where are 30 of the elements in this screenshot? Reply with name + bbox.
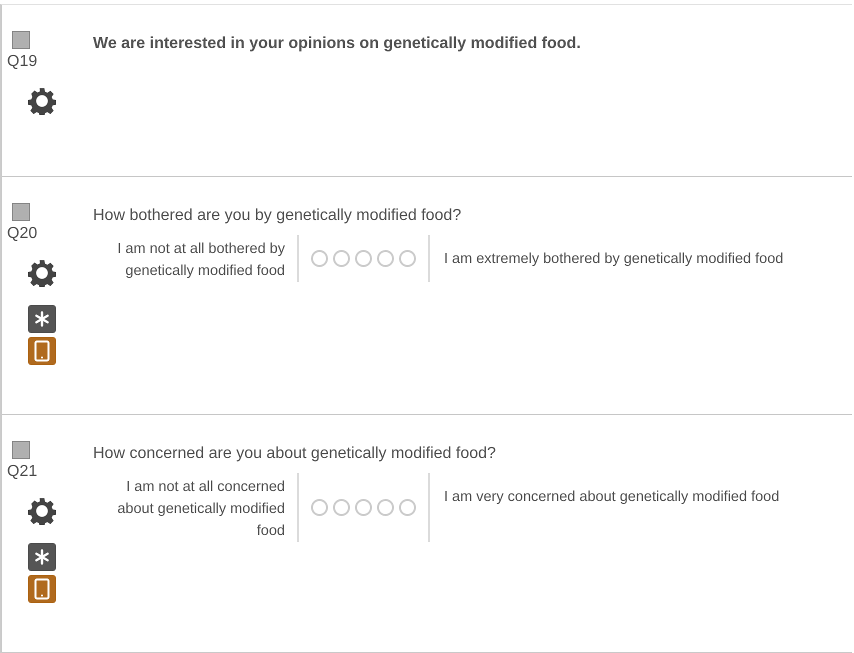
scale-left-label: I am not at all concerned about genetically modified food (116, 478, 286, 541)
question-text: We are interested in your opinions on genetically modified food. (93, 35, 582, 53)
question-text: How bothered are you by genetically modified food? (93, 207, 462, 225)
question-checkbox[interactable] (12, 203, 30, 221)
question-number: Q20 (7, 225, 38, 243)
radio-button[interactable] (377, 250, 394, 267)
radio-button[interactable] (311, 499, 328, 516)
question-checkbox[interactable] (12, 31, 30, 49)
radio-button[interactable] (377, 499, 394, 516)
tablet-icon[interactable] (28, 575, 56, 603)
radio-button[interactable] (333, 499, 350, 516)
question-number: Q21 (7, 463, 38, 481)
question-text: How concerned are you about genetically modified food? (93, 445, 497, 463)
scale-right-label: I am extremely bothered by genetically modified food (443, 250, 784, 269)
question-checkbox[interactable] (12, 441, 30, 459)
radio-button[interactable] (311, 250, 328, 267)
gear-icon[interactable] (28, 259, 56, 287)
asterisk-icon[interactable] (28, 305, 56, 333)
scale-right-label: I am very concerned about genetically modified food (443, 488, 780, 507)
radio-button[interactable] (355, 250, 372, 267)
radio-button[interactable] (355, 499, 372, 516)
radio-button[interactable] (399, 250, 416, 267)
scale-left-label: I am not at all bothered by genetically modified food (116, 240, 286, 281)
gear-icon[interactable] (28, 87, 56, 115)
question-number: Q19 (7, 53, 38, 71)
asterisk-icon[interactable] (28, 543, 56, 571)
gear-icon[interactable] (28, 497, 56, 525)
radio-button[interactable] (333, 250, 350, 267)
radio-button[interactable] (399, 499, 416, 516)
tablet-icon[interactable] (28, 337, 56, 365)
